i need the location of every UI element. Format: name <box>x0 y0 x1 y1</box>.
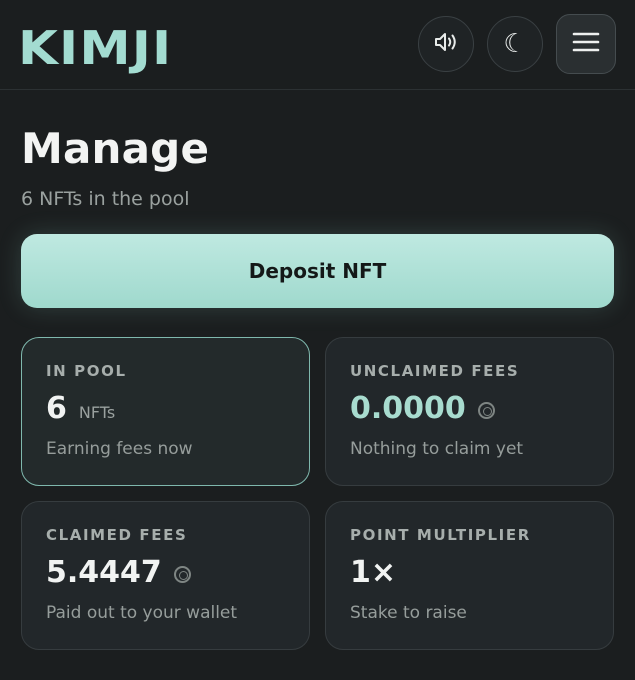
card-label: IN POOL <box>46 362 127 380</box>
in-pool-unit: NFTs <box>78 403 116 422</box>
unclaimed-fees-value: 0.0000 <box>350 391 466 426</box>
card-label: UNCLAIMED FEES <box>350 362 520 380</box>
card-value-row: 5.4447 <box>46 555 285 595</box>
point-multiplier-value: 1× <box>350 555 397 590</box>
moon-icon: ☾ <box>503 29 527 59</box>
kimji-logo[interactable]: KIMJI <box>18 22 172 74</box>
in-pool-card: IN POOL 6 NFTs Earning fees now <box>21 337 310 486</box>
coin-icon <box>477 402 495 419</box>
card-description: Stake to raise <box>350 603 467 623</box>
menu-button[interactable] <box>556 14 616 74</box>
top-bar: KIMJI ☾ <box>0 0 635 90</box>
hamburger-icon <box>572 31 600 57</box>
in-pool-value: 6 <box>46 391 67 426</box>
card-description: Earning fees now <box>46 439 193 459</box>
card-value-row: 6 NFTs <box>46 391 285 431</box>
claimed-fees-value: 5.4447 <box>46 555 162 590</box>
unclaimed-fees-card: UNCLAIMED FEES 0.0000 Nothing to claim y… <box>325 337 614 486</box>
theme-toggle-button[interactable]: ☾ <box>487 16 543 72</box>
point-multiplier-card: POINT MULTIPLIER 1× Stake to raise <box>325 501 614 650</box>
card-value-row: 1× <box>350 555 589 595</box>
card-label: POINT MULTIPLIER <box>350 526 531 544</box>
deposit-nft-button[interactable]: Deposit NFT <box>21 234 614 308</box>
card-label: CLAIMED FEES <box>46 526 188 544</box>
speaker-icon <box>433 31 459 57</box>
sound-toggle-button[interactable] <box>418 16 474 72</box>
card-description: Nothing to claim yet <box>350 439 524 459</box>
card-description: Paid out to your wallet <box>46 603 238 623</box>
page-title: Manage <box>21 124 210 173</box>
pool-count-subtitle: 6 NFTs in the pool <box>21 188 190 210</box>
claimed-fees-card: CLAIMED FEES 5.4447 Paid out to your wal… <box>21 501 310 650</box>
coin-icon <box>173 566 191 583</box>
card-value-row: 0.0000 <box>350 391 589 431</box>
